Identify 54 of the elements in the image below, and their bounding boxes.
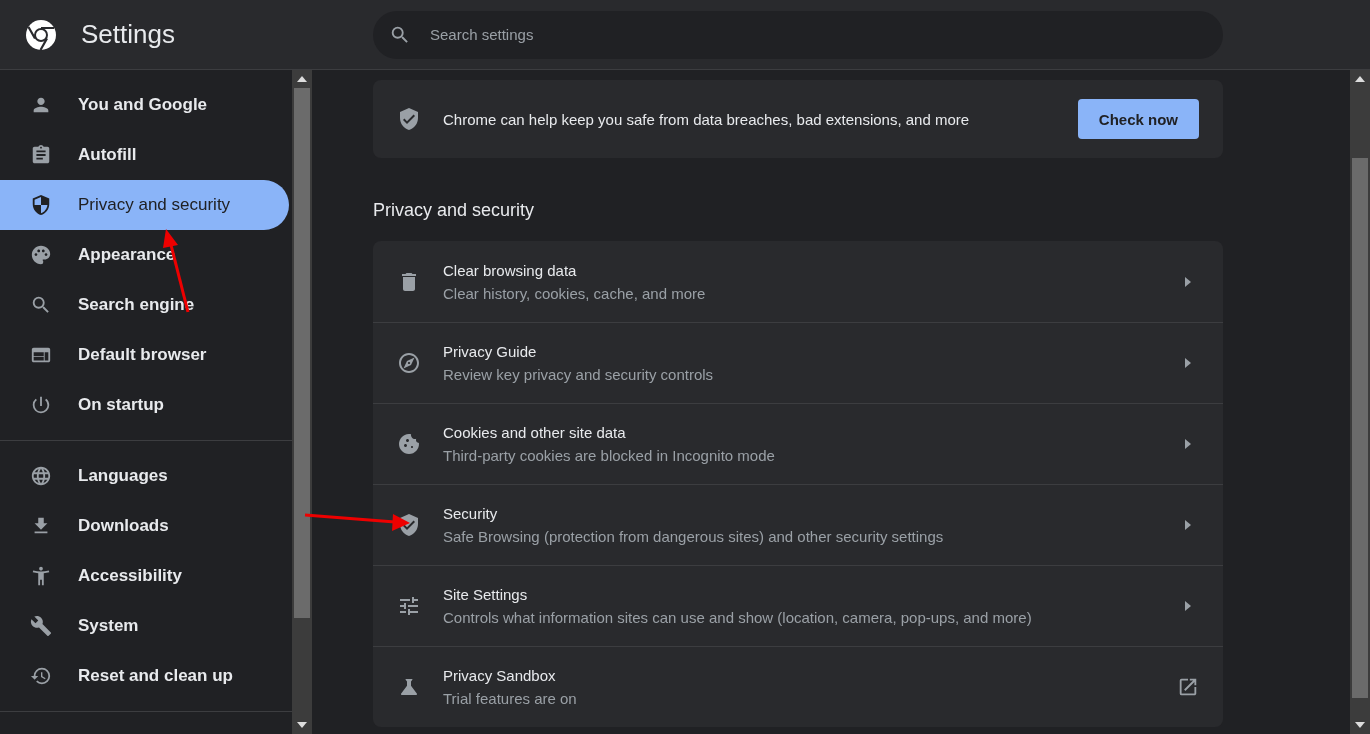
caret-right-icon bbox=[1185, 358, 1191, 368]
page-title: Settings bbox=[81, 19, 175, 50]
settings-row[interactable]: Clear browsing data Clear history, cookies, cache, and more bbox=[373, 241, 1223, 322]
sidebar-item[interactable]: Accessibility bbox=[0, 551, 289, 601]
sidebar-item[interactable]: Reset and clean up bbox=[0, 651, 289, 701]
check-now-button[interactable]: Check now bbox=[1077, 99, 1199, 139]
sidebar-item[interactable]: Privacy and security bbox=[0, 180, 289, 230]
sidebar-item[interactable]: You and Google bbox=[0, 80, 289, 130]
compass-icon bbox=[397, 351, 421, 375]
power-icon bbox=[30, 394, 52, 416]
sidebar-item[interactable]: System bbox=[0, 601, 289, 651]
palette-icon bbox=[30, 244, 52, 266]
row-title: Privacy Guide bbox=[443, 343, 538, 360]
row-title: Security bbox=[443, 505, 499, 522]
sidebar-item[interactable]: Downloads bbox=[0, 501, 289, 551]
sidebar-item[interactable]: Languages bbox=[0, 451, 289, 501]
clipboard-icon bbox=[30, 144, 52, 166]
row-subtitle: Controls what information sites can use and show (location, camera, pop-ups, and more) bbox=[443, 609, 1033, 626]
search-icon bbox=[30, 294, 52, 316]
scrollbar[interactable] bbox=[1350, 70, 1370, 734]
row-title: Clear browsing data bbox=[443, 261, 578, 279]
sidebar-item[interactable]: Default browser bbox=[0, 330, 289, 380]
settings-row[interactable]: Cookies and other site data Third-party cookies are blocked in Incognito mode bbox=[373, 403, 1223, 484]
sliders-icon bbox=[397, 594, 421, 618]
sidebar-item[interactable]: Autofill bbox=[0, 130, 289, 180]
shield-icon bbox=[30, 194, 52, 216]
wrench-icon bbox=[30, 615, 52, 637]
caret-right-icon bbox=[1185, 439, 1191, 449]
scrollbar[interactable] bbox=[292, 70, 312, 734]
row-subtitle: Safe Browsing (protection from dangerous sites) and other security settings bbox=[443, 528, 945, 545]
accessibility-icon bbox=[30, 565, 52, 587]
sidebar-item[interactable]: On startup bbox=[0, 380, 289, 430]
caret-right-icon bbox=[1185, 276, 1191, 287]
row-subtitle: Third-party cookies are blocked in Incognito mode bbox=[443, 447, 776, 464]
caret-right-icon bbox=[1185, 520, 1191, 530]
row-subtitle: Trial features are on bbox=[443, 690, 578, 707]
settings-row[interactable]: Privacy Sandbox Trial features are on bbox=[373, 646, 1223, 727]
settings-row[interactable]: Privacy Guide Review key privacy and security controls bbox=[373, 322, 1223, 403]
section-heading: Privacy and security bbox=[373, 200, 536, 221]
row-title: Privacy Sandbox bbox=[443, 667, 557, 684]
external-link-icon[interactable] bbox=[1177, 676, 1199, 698]
cookie-icon bbox=[397, 432, 421, 456]
row-title: Cookies and other site data bbox=[443, 424, 627, 441]
row-title: Site Settings bbox=[443, 586, 529, 603]
row-subtitle: Clear history, cookies, cache, and more bbox=[443, 284, 707, 302]
search-field[interactable]: Search settings bbox=[373, 10, 1223, 59]
shield-check-icon bbox=[397, 107, 421, 131]
history-icon bbox=[30, 665, 52, 687]
settings-row[interactable]: Site Settings Controls what information sites can use and show (location, camera, pop-ups, and more) bbox=[373, 565, 1223, 646]
browser-logo-icon bbox=[25, 18, 57, 51]
safety-check-text: Chrome can help keep you safe from data breaches, bad extensions, and more bbox=[443, 110, 971, 128]
row-subtitle: Review key privacy and security controls bbox=[443, 366, 715, 383]
caret-right-icon bbox=[1185, 601, 1191, 611]
globe-icon bbox=[30, 465, 52, 487]
